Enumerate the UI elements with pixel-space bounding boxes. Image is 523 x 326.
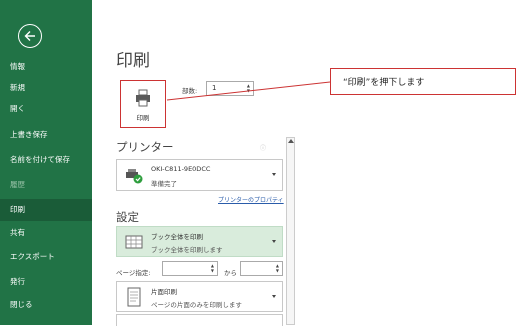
annotation-text: “印刷”を押下します: [343, 78, 425, 88]
annotation-connector: [166, 81, 331, 101]
annotation-callout: “印刷”を押下します: [330, 68, 516, 95]
